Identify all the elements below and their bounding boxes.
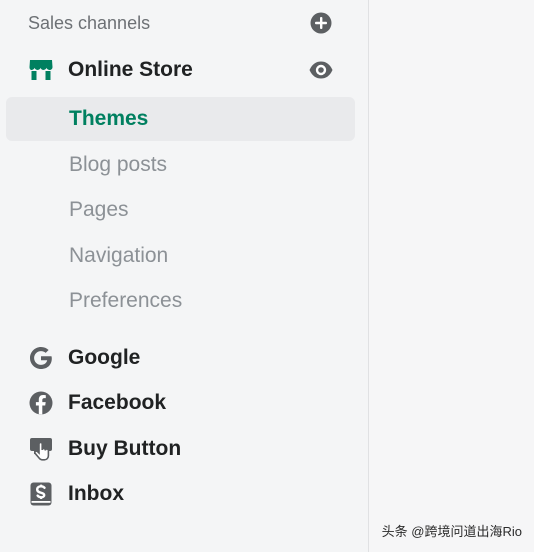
google-icon [28,345,54,371]
buy-button-label: Buy Button [68,437,182,460]
section-title: Sales channels [28,12,151,33]
sales-channels-header: Sales channels [28,8,333,38]
navigation-label: Navigation [69,244,169,267]
facebook-label: Facebook [68,391,167,414]
eye-icon[interactable] [308,57,334,83]
sidebar-item-google[interactable]: Google [28,345,140,371]
sidebar-subitem-blog-posts[interactable]: Blog posts [6,143,355,187]
sidebar-subitem-preferences[interactable]: Preferences [6,279,355,323]
facebook-icon [28,390,54,416]
sidebar-subitem-themes[interactable]: Themes [6,97,355,141]
inbox-label: Inbox [68,482,124,505]
plus-circle-icon [310,12,332,34]
add-channel-button[interactable] [309,11,333,35]
buy-button-icon [28,436,54,462]
sidebar-item-inbox[interactable]: Inbox [28,481,124,507]
themes-label: Themes [69,107,149,130]
sidebar-subitem-pages[interactable]: Pages [6,188,355,232]
online-store-label: Online Store [68,58,193,81]
sidebar-item-facebook[interactable]: Facebook [28,390,166,416]
main-content-area [369,0,534,552]
sidebar-item-online-store[interactable]: Online Store [28,55,334,85]
pages-label: Pages [69,198,129,221]
blog-posts-label: Blog posts [69,153,168,176]
preferences-label: Preferences [69,289,183,312]
inbox-icon [28,481,54,507]
sidebar-item-buy-button[interactable]: Buy Button [28,436,181,462]
watermark-text: 头条 @跨境问道出海Rio [381,524,522,539]
store-icon [28,57,54,83]
sidebar-subitem-navigation[interactable]: Navigation [6,234,355,278]
sidebar-divider [368,0,369,552]
google-label: Google [68,346,141,369]
